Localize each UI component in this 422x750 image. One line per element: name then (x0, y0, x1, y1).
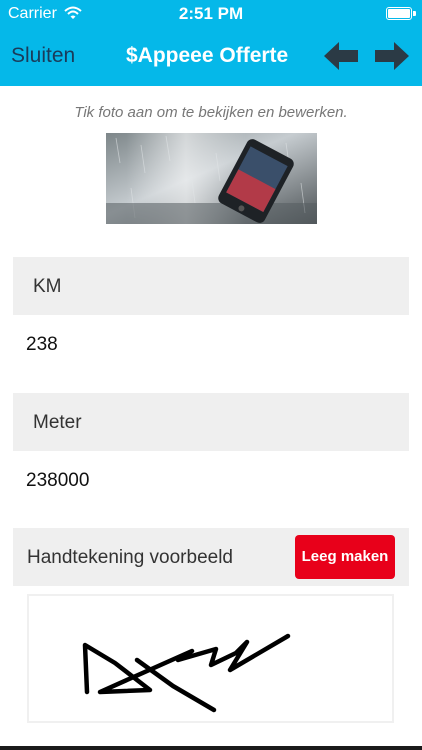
km-label: KM (33, 276, 62, 297)
clock: 2:51 PM (178, 4, 244, 23)
signature-pad[interactable] (27, 594, 394, 723)
arrow-left-icon[interactable] (324, 41, 358, 71)
meter-value[interactable]: 238000 (26, 470, 89, 492)
navigation-bar: Sluiten $Appeee Offerte (0, 28, 422, 86)
km-value[interactable]: 238 (26, 334, 58, 356)
km-section-header: KM (13, 257, 409, 315)
close-button[interactable]: Sluiten (11, 44, 75, 68)
page-title: $Appeee Offerte (126, 44, 289, 67)
clear-signature-button[interactable]: Leeg maken (295, 535, 395, 579)
signature-section-header: Handtekening voorbeeld Leeg maken (13, 528, 409, 586)
status-bar: Carrier 2:51 PM (0, 0, 422, 28)
photo-thumbnail[interactable] (106, 133, 317, 224)
meter-section-header: Meter (13, 393, 409, 451)
phone-photo-image (106, 133, 317, 224)
battery-icon (386, 7, 416, 20)
meter-label: Meter (33, 412, 82, 433)
signature-drawing (82, 633, 291, 713)
photo-hint: Tik foto aan om te bekijken en bewerken. (74, 104, 348, 121)
bottom-divider (0, 746, 422, 750)
arrow-right-icon[interactable] (375, 41, 409, 71)
signature-label: Handtekening voorbeeld (27, 547, 233, 568)
